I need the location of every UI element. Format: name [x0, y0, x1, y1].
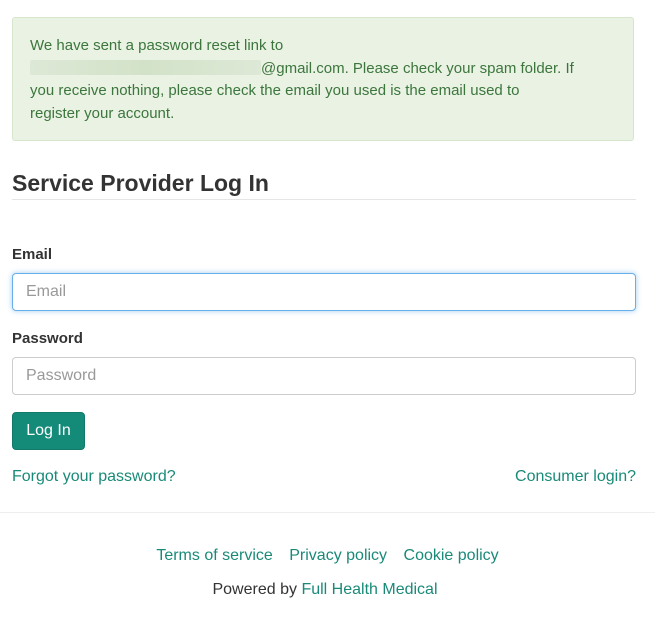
terms-of-service-link[interactable]: Terms of service [156, 547, 272, 564]
title-divider [12, 199, 636, 200]
privacy-policy-link[interactable]: Privacy policy [289, 547, 387, 564]
alert-line-4: register your account. [30, 104, 175, 122]
alert-email-suffix: @gmail.com. Please check your spam folde… [261, 59, 574, 77]
password-label: Password [12, 330, 83, 347]
password-reset-alert: We have sent a password reset link to @g… [12, 17, 634, 141]
redacted-email [30, 59, 261, 75]
alert-line-2: @gmail.com. Please check your spam folde… [30, 58, 616, 81]
footer-links: Terms of service Privacy policy Cookie p… [0, 547, 655, 565]
cookie-policy-link[interactable]: Cookie policy [404, 547, 499, 564]
page-title: Service Provider Log In [12, 170, 269, 196]
forgot-password-link[interactable]: Forgot your password? [12, 468, 176, 486]
footer-divider [0, 512, 655, 513]
email-label: Email [12, 246, 53, 263]
powered-by-text: Powered by [212, 581, 297, 598]
password-input[interactable] [12, 357, 636, 395]
powered-by: Powered by Full Health Medical [0, 581, 650, 599]
consumer-login-link[interactable]: Consumer login? [515, 468, 636, 486]
email-input[interactable] [12, 273, 636, 311]
alert-line-3: you receive nothing, please check the em… [30, 82, 520, 99]
login-button[interactable]: Log In [12, 412, 85, 450]
alert-line-1: We have sent a password reset link to [30, 37, 284, 54]
company-link[interactable]: Full Health Medical [301, 581, 437, 598]
